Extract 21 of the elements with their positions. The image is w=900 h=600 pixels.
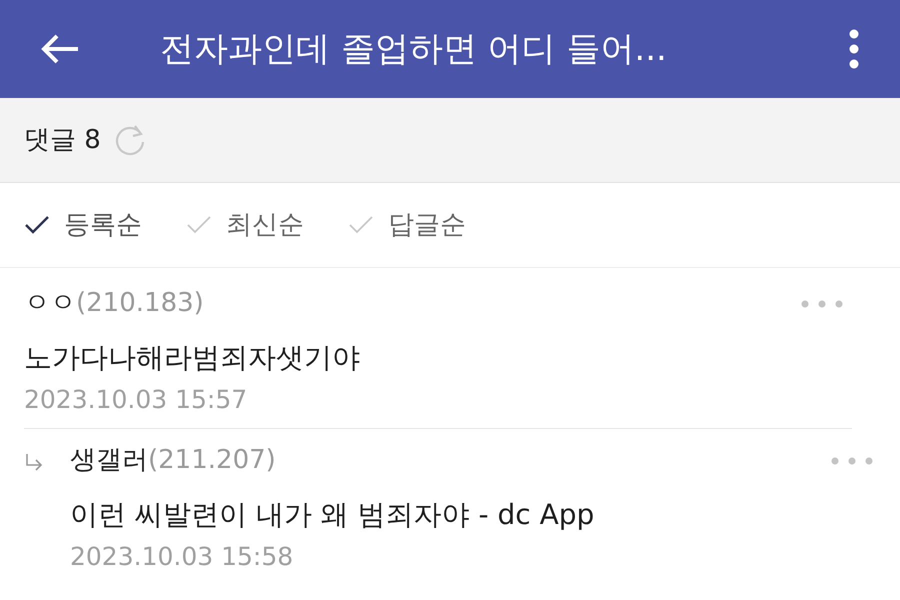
check-icon (24, 214, 50, 236)
check-icon (348, 214, 374, 236)
timestamp: 2023.10.03 15:57 (24, 387, 248, 412)
comment-text: 이런 씨발련이 내가 왜 범죄자야 - dc App (70, 497, 596, 533)
comment-count: 댓글 8 (24, 124, 101, 156)
comment-text: 노가다나해라범죄자샛기야 (24, 340, 361, 376)
more-icon[interactable] (830, 456, 874, 466)
ip-address: (211.207) (148, 444, 276, 477)
author-name: 생갤러 (70, 444, 148, 477)
back-arrow-icon[interactable] (40, 33, 80, 65)
sort-option[interactable]: 등록순 (24, 206, 142, 244)
check-icon (186, 214, 212, 236)
more-vertical-icon[interactable] (848, 29, 860, 69)
author-name: ㅇㅇ (24, 287, 76, 320)
reply-arrow-icon (24, 453, 44, 471)
more-icon[interactable] (800, 298, 844, 308)
sort-option[interactable]: 최신순 (186, 206, 304, 244)
sort-option[interactable]: 답글순 (348, 206, 466, 244)
ip-address: (210.183) (76, 287, 204, 320)
page-title: 전자과인데 졸업하면 어디 들어... (160, 28, 668, 70)
timestamp: 2023.10.03 15:58 (70, 544, 294, 569)
